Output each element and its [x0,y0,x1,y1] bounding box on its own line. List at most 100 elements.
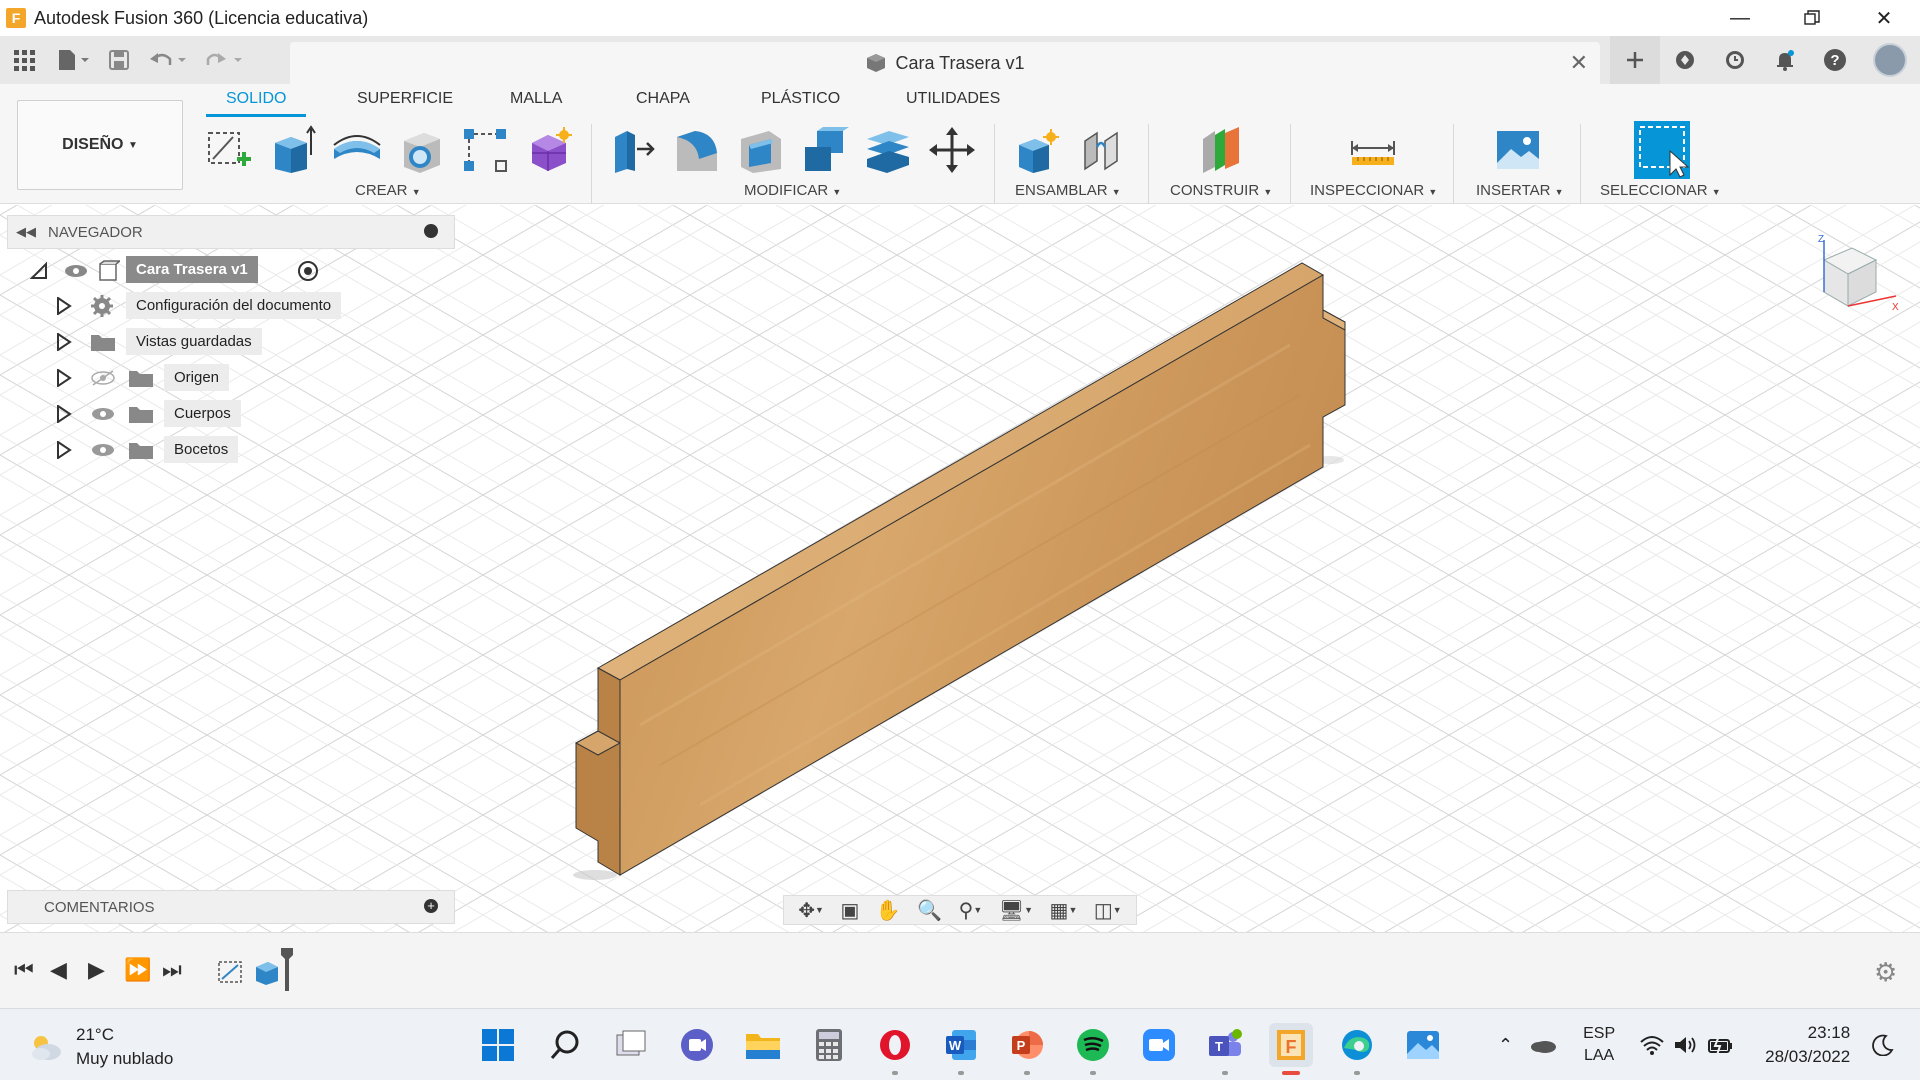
expanded-triangle-icon[interactable] [30,262,48,280]
document-tab[interactable]: Cara Trasera v1 ✕ [290,42,1600,84]
tab-superficie[interactable]: SUPERFICIE [357,90,453,108]
group-inspeccionar[interactable]: INSPECCIONAR ▼ [1310,182,1437,199]
activate-radio-icon[interactable] [297,260,319,282]
go-to-start-icon[interactable]: ⏮ [14,957,34,983]
fit-zoom-icon[interactable]: ⚲ ▼ [959,898,983,923]
expand-triangle-icon[interactable] [56,333,72,351]
tab-solido[interactable]: SOLIDO [226,90,286,108]
search-taskbar-icon[interactable] [543,1023,587,1067]
close-window-button[interactable]: ✕ [1848,0,1920,36]
group-insertar[interactable]: INSERTAR ▼ [1476,182,1564,199]
navigator-panel-header[interactable]: ◀◀ NAVEGADOR [7,215,455,249]
minimize-button[interactable]: — [1704,0,1776,36]
expand-triangle-icon[interactable] [56,297,72,315]
start-button[interactable] [476,1023,520,1067]
expand-triangle-icon[interactable] [56,405,72,423]
group-ensamblar[interactable]: ENSAMBLAR ▼ [1015,182,1121,199]
step-forward-icon[interactable]: ⏩ [124,957,151,983]
insert-image-icon[interactable] [1490,122,1546,178]
timeline-sketch-feature-icon[interactable] [216,957,246,987]
chat-teams-icon[interactable] [675,1023,719,1067]
navigator-item-origin[interactable]: Origen [56,363,356,393]
hidden-eye-icon[interactable] [90,369,116,387]
notifications-bell-icon[interactable] [1760,36,1810,84]
chamfer-icon[interactable] [732,122,788,178]
look-at-icon[interactable]: ▣ [840,898,859,923]
wifi-icon[interactable] [1639,1034,1665,1056]
collapse-panel-icon[interactable]: ◀◀ [16,224,36,240]
new-tab-plus-icon[interactable] [1610,36,1660,84]
restore-button[interactable] [1776,0,1848,36]
combine-icon[interactable] [796,122,852,178]
timeline-settings-gear-icon[interactable]: ⚙ [1874,957,1897,988]
grid-settings-icon[interactable]: ▦ ▼ [1050,898,1078,923]
pan-hand-icon[interactable]: ✋ [876,898,901,923]
file-explorer-icon[interactable] [741,1023,785,1067]
job-status-clock-icon[interactable] [1710,36,1760,84]
select-icon[interactable] [1634,121,1690,179]
focus-assist-moon-icon[interactable] [1872,1034,1894,1056]
zoom-icon[interactable]: 🔍 [917,898,942,923]
extensions-icon[interactable] [1660,36,1710,84]
clock-date[interactable]: 23:18 28/03/2022 [1765,1021,1850,1069]
visibility-eye-icon[interactable] [90,442,116,458]
go-to-end-icon[interactable]: ⏭ [162,957,182,983]
volume-speaker-icon[interactable] [1673,1034,1699,1056]
word-icon[interactable]: W [939,1023,983,1075]
close-tab-icon[interactable]: ✕ [1570,50,1588,76]
show-hidden-icons-chevron-icon[interactable]: ⌃ [1498,1035,1513,1056]
measure-icon[interactable] [1345,122,1401,178]
shell-icon[interactable] [393,122,449,178]
play-icon[interactable]: ▶ [88,957,105,983]
navigator-item-document-settings[interactable]: Configuración del documento [56,291,356,321]
group-crear[interactable]: CREAR ▼ [355,182,421,199]
group-modificar[interactable]: MODIFICAR ▼ [744,182,841,199]
input-language-indicator[interactable]: ESP LAA [1583,1023,1615,1067]
orbit-icon[interactable]: ✥ ▼ [798,898,824,923]
viewport-canvas[interactable]: ◀◀ NAVEGADOR Cara Trasera v1 Configuraci… [0,205,1920,932]
split-body-icon[interactable] [860,122,916,178]
viewports-icon[interactable]: ◫ ▼ [1094,898,1122,923]
battery-charging-icon[interactable] [1707,1034,1735,1056]
opera-browser-icon[interactable] [873,1023,917,1075]
tab-malla[interactable]: MALLA [510,90,562,108]
teams-icon[interactable]: T [1203,1023,1247,1075]
create-form-icon[interactable] [521,122,577,178]
zoom-app-icon[interactable] [1137,1023,1181,1067]
timeline-extrude-feature-icon[interactable] [252,957,282,987]
group-construir[interactable]: CONSTRUIR ▼ [1170,182,1272,199]
minimize-panel-icon[interactable] [424,224,438,238]
weather-widget[interactable]: 21°C Muy nublado [28,1023,173,1071]
press-pull-icon[interactable] [604,122,660,178]
fillet-icon[interactable] [668,122,724,178]
undo-icon[interactable] [140,36,196,84]
edge-browser-icon[interactable] [1335,1023,1379,1075]
extrude-icon[interactable] [264,122,320,178]
spotify-icon[interactable] [1071,1023,1115,1075]
task-view-icon[interactable] [609,1023,653,1067]
calculator-icon[interactable] [807,1023,851,1067]
photos-icon[interactable] [1401,1023,1445,1067]
visibility-eye-icon[interactable] [90,406,116,422]
rectangular-pattern-icon[interactable] [457,122,513,178]
new-component-icon[interactable] [1010,122,1066,178]
redo-icon[interactable] [196,36,252,84]
offset-plane-icon[interactable] [1192,122,1248,178]
navigator-root-row[interactable]: Cara Trasera v1 [30,255,350,287]
data-panel-grid-icon[interactable] [0,36,48,84]
tab-plastico[interactable]: PLÁSTICO [761,90,840,108]
create-sketch-icon[interactable] [200,122,256,178]
powerpoint-icon[interactable]: P [1005,1023,1049,1075]
file-menu-icon[interactable] [48,36,98,84]
group-seleccionar[interactable]: SELECCIONAR ▼ [1600,182,1721,199]
comments-panel-header[interactable]: COMENTARIOS + [7,890,455,924]
expand-triangle-icon[interactable] [56,441,72,459]
navigator-item-saved-views[interactable]: Vistas guardadas [56,327,356,357]
revolve-icon[interactable] [329,122,385,178]
display-settings-icon[interactable]: 🖥 ▼ [999,898,1033,923]
navigator-item-bodies[interactable]: Cuerpos [56,399,356,429]
expand-triangle-icon[interactable] [56,369,72,387]
tab-utilidades[interactable]: UTILIDADES [906,90,1000,108]
navigator-item-sketches[interactable]: Bocetos [56,435,356,465]
save-icon[interactable] [98,36,140,84]
